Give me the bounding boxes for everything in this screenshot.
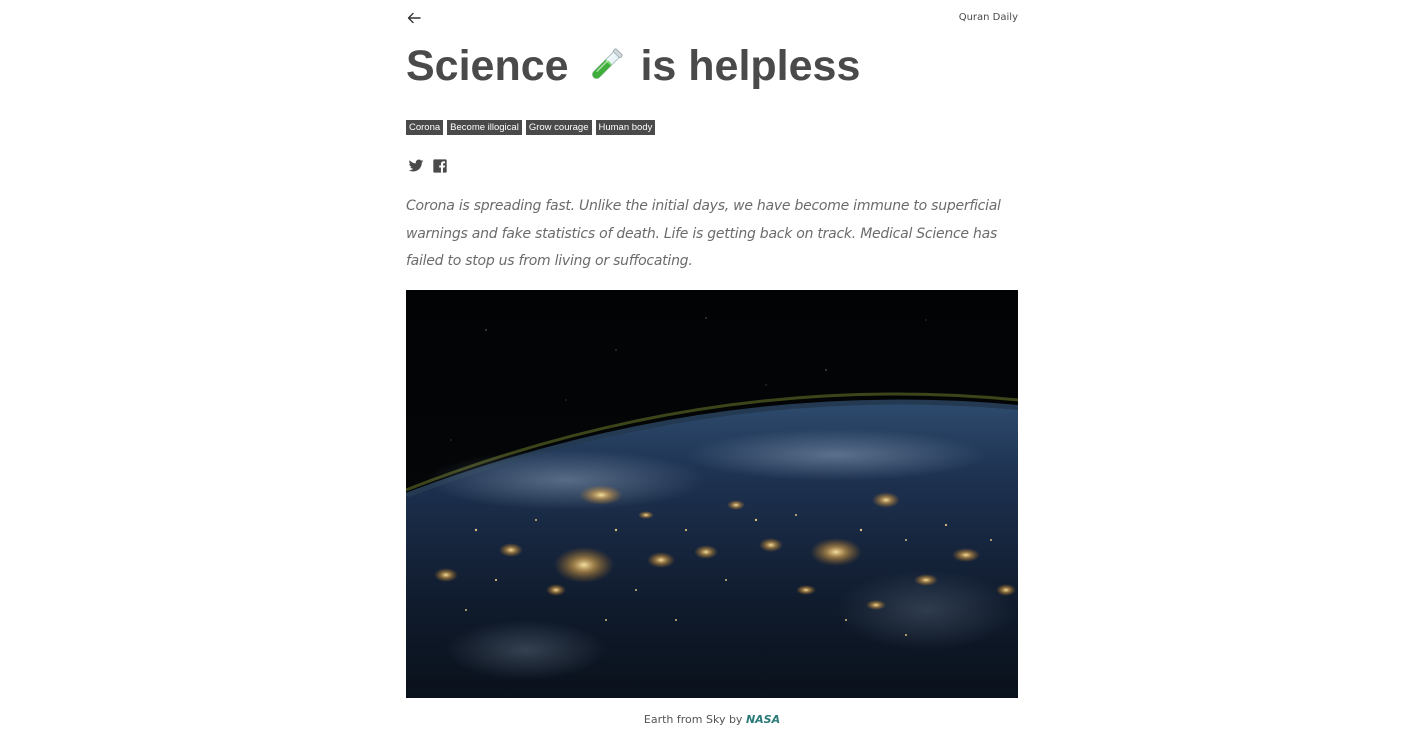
top-bar: Quran Daily [406,10,1018,28]
page-title: Science is helpless [406,38,860,94]
title-text-start: Science [406,42,569,90]
tag-corona[interactable]: Corona [406,120,444,135]
facebook-icon[interactable] [432,158,448,174]
tag-grow-courage[interactable]: Grow courage [525,120,592,135]
earth-at-night-photo [406,290,1018,698]
tag-become-illogical[interactable]: Become illogical [447,120,522,135]
caption-credit-link[interactable]: NASA [746,713,780,726]
tag-list: Corona Become illogical Grow courage Hum… [406,120,656,135]
twitter-icon[interactable] [408,158,424,174]
tag-human-body[interactable]: Human body [595,120,656,135]
share-buttons [408,158,448,174]
site-name-link[interactable]: Quran Daily [959,12,1018,23]
caption-text: Earth from Sky by [643,713,743,726]
test-tube-icon [591,48,622,79]
title-text-end: is helpless [640,42,861,90]
article-intro: Corona is spreading fast. Unlike the ini… [406,198,1001,269]
image-caption: Earth from Sky by NASA [406,713,1018,726]
back-arrow-icon[interactable] [406,10,422,26]
